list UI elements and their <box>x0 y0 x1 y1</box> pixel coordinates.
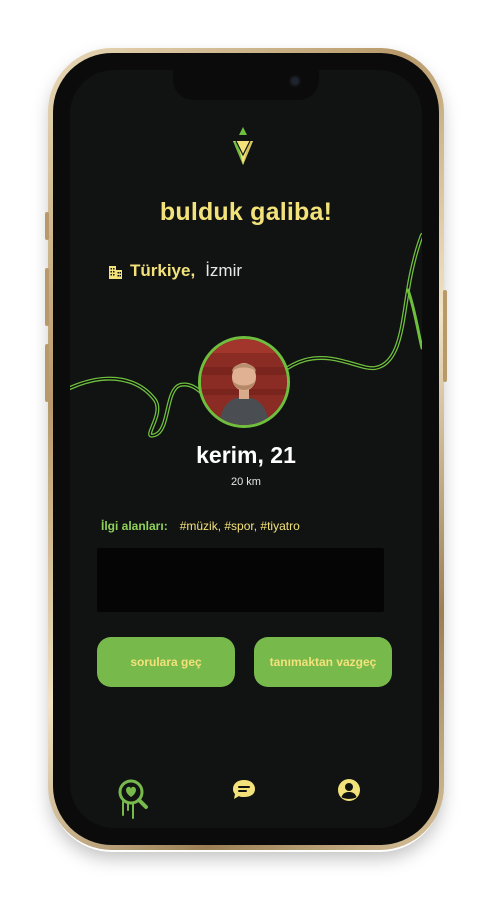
go-to-questions-button[interactable]: sorulara geç <box>97 637 235 687</box>
chat-icon[interactable] <box>231 778 257 802</box>
profile-distance: 20 km <box>231 476 261 488</box>
give-up-button[interactable]: tanımaktan vazgeç <box>254 637 392 687</box>
location-row: Türkiye, İzmir <box>107 261 242 281</box>
building-icon <box>109 265 122 279</box>
profile-avatar[interactable] <box>198 336 290 428</box>
heart-search-icon[interactable] <box>114 775 154 819</box>
profile-name-age: kerim, 21 <box>196 442 296 468</box>
interests-row: İlgi alanları: #müzik, #spor, #tiyatro <box>101 519 300 533</box>
volume-up-button <box>45 268 49 326</box>
bio-textbox[interactable] <box>97 548 384 612</box>
silent-switch <box>45 212 49 240</box>
interests-tags: #müzik, #spor, #tiyatro <box>179 519 300 533</box>
profile-photo <box>201 339 287 425</box>
front-camera-icon <box>291 77 299 85</box>
notch <box>173 70 319 100</box>
app-screen: bulduk galiba! Türkiye, İzmir kerim, 21 … <box>70 70 422 828</box>
volume-down-button <box>45 344 49 402</box>
interests-label: İlgi alanları: <box>101 519 168 533</box>
power-button <box>443 290 447 382</box>
page-title: bulduk galiba! <box>159 198 333 226</box>
city-label: İzmir <box>205 261 243 280</box>
lemon-logo-icon <box>233 127 253 165</box>
profile-icon[interactable] <box>337 778 361 802</box>
country-label: Türkiye, <box>130 261 196 280</box>
